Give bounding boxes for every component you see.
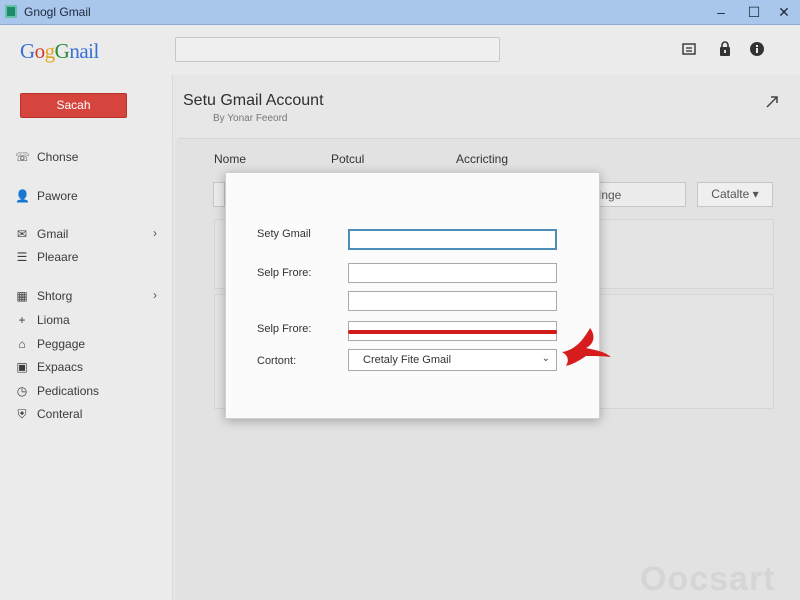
- sidebar-item-shtorg[interactable]: ▦ Shtorg ›: [15, 288, 165, 306]
- phone-icon: ☏: [15, 150, 31, 164]
- sidebar-item-chonse[interactable]: ☏ Chonse: [15, 149, 165, 167]
- sidebar-item-peggage[interactable]: ⌂ Peggage: [15, 336, 165, 354]
- background-field[interactable]: [213, 182, 225, 207]
- selp-frore-input[interactable]: [348, 263, 557, 283]
- sidebar-item-lioma[interactable]: + Lioma: [15, 312, 165, 330]
- window-titlebar: Gnogl Gmail – ☐ ✕: [0, 0, 800, 25]
- logo-letter: g: [44, 39, 56, 63]
- gmail-input[interactable]: [348, 229, 557, 250]
- logo-letter: o: [34, 39, 46, 63]
- background-field[interactable]: Inge: [593, 182, 686, 207]
- chevron-right-icon: ›: [153, 288, 157, 302]
- app-logo: GogGnail: [20, 39, 99, 64]
- chevron-right-icon: ›: [153, 226, 157, 240]
- setup-dialog: Sety Gmail Selp Frore: Selp Frore: Corto…: [225, 172, 600, 419]
- sidebar-item-label: Pedications: [37, 384, 100, 398]
- lock-icon[interactable]: [717, 41, 733, 57]
- sidebar-item-pleaare[interactable]: ☰ Pleaare: [15, 249, 165, 267]
- document-icon[interactable]: [681, 41, 697, 57]
- column-header: Accricting: [456, 152, 509, 166]
- sidebar-item-label: Conteral: [37, 407, 83, 421]
- page-title: Setu Gmail Account: [183, 92, 324, 109]
- plus-icon: +: [18, 313, 26, 327]
- search-input[interactable]: [175, 37, 500, 62]
- shield-icon: ⛨: [17, 407, 27, 421]
- card-icon: ▣: [16, 360, 28, 374]
- expand-icon[interactable]: [765, 95, 779, 109]
- sidebar-item-pawore[interactable]: 👤 Pawore: [15, 188, 165, 206]
- dialog-label: Cortont:: [257, 355, 297, 367]
- chevron-down-icon: ⌄: [541, 353, 550, 364]
- column-header: Potcul: [331, 152, 365, 166]
- page-subtitle: By Yonar Feeord: [213, 113, 288, 124]
- sidebar-item-expaacs[interactable]: ▣ Expaacs: [15, 359, 165, 377]
- annotation-underline: [348, 330, 557, 334]
- sidebar-item-label: Shtorg: [37, 289, 73, 303]
- content-select[interactable]: Cretaly Fite Gmail ⌄: [348, 349, 557, 371]
- grid-icon: ▦: [16, 289, 28, 303]
- mail-icon: ✉: [16, 227, 28, 241]
- clock-icon: ◷: [16, 384, 28, 398]
- background-field-text: Inge: [598, 188, 622, 202]
- minimize-button[interactable]: –: [712, 3, 730, 21]
- dialog-label: Selp Frore:: [257, 267, 312, 279]
- annotation-arrow-icon: [562, 328, 611, 366]
- home-icon: ⌂: [18, 337, 26, 351]
- column-header: Nome: [214, 152, 247, 166]
- sidebar-item-gmail[interactable]: ✉ Gmail ›: [15, 226, 165, 244]
- search-button[interactable]: Sacah: [20, 93, 127, 118]
- sidebar-item-label: Expaacs: [37, 360, 84, 374]
- dialog-label: Selp Frore:: [257, 323, 312, 335]
- list-icon: ☰: [16, 250, 28, 264]
- sidebar-item-label: Chonse: [37, 150, 79, 164]
- person-icon: 👤: [15, 189, 30, 203]
- logo-letter: G: [54, 39, 70, 63]
- app-icon: [5, 5, 17, 18]
- secondary-input[interactable]: [348, 291, 557, 311]
- sidebar-item-conteral[interactable]: ⛨ Conteral: [15, 406, 165, 424]
- watermark: Oocsart: [640, 560, 776, 598]
- logo-letter: nail: [69, 39, 99, 63]
- sidebar-item-label: Pleaare: [37, 250, 79, 264]
- sidebar-item-label: Lioma: [37, 313, 70, 327]
- sidebar-item-label: Pawore: [37, 189, 78, 203]
- sidebar: Sacah ☏ Chonse 👤 Pawore ✉ Gmail › ☰ Plea…: [0, 75, 172, 600]
- info-icon[interactable]: [749, 41, 765, 57]
- select-value: Cretaly Fite Gmail: [363, 354, 452, 366]
- logo-letter: G: [20, 39, 35, 63]
- sidebar-item-label: Peggage: [37, 337, 86, 351]
- app-header: GogGnail: [0, 25, 800, 75]
- dialog-label: Sety Gmail: [257, 228, 311, 240]
- window-title: Gnogl Gmail: [24, 5, 91, 19]
- sidebar-item-label: Gmail: [37, 227, 69, 241]
- close-button[interactable]: ✕: [775, 3, 793, 21]
- maximize-button[interactable]: ☐: [745, 3, 763, 21]
- catalte-dropdown[interactable]: Catalte ▾: [697, 182, 773, 207]
- sidebar-item-pedications[interactable]: ◷ Pedications: [15, 383, 165, 401]
